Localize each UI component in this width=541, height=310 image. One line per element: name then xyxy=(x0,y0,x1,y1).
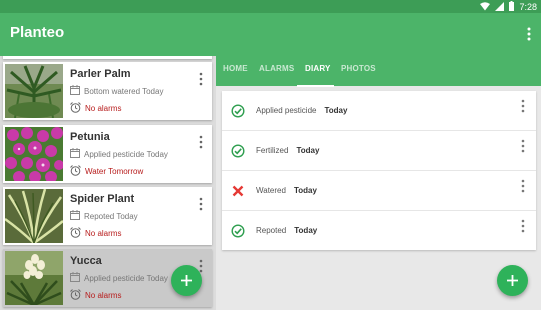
alarm-row: No alarms xyxy=(70,227,121,240)
last-action-text: Repoted Today xyxy=(84,211,138,221)
diary-when: Today xyxy=(324,106,348,115)
diary-action: Applied pesticide xyxy=(256,106,317,115)
active-tab-indicator xyxy=(297,85,334,87)
tab-diary[interactable]: DIARY xyxy=(305,64,331,73)
alarm-text: No alarms xyxy=(85,291,122,300)
diary-entry[interactable]: Applied pesticide Today xyxy=(222,91,536,131)
plant-photo xyxy=(5,189,63,243)
entry-menu-icon[interactable] xyxy=(520,99,526,113)
diary-entry[interactable]: Watered Today xyxy=(222,171,536,211)
diary-entry-text: Watered Today xyxy=(256,186,317,195)
diary-when: Today xyxy=(294,226,318,235)
alarm-text: No alarms xyxy=(85,104,122,113)
overflow-menu-icon[interactable] xyxy=(525,25,533,43)
plant-photo xyxy=(5,64,63,118)
tab-alarms[interactable]: ALARMS xyxy=(259,64,294,73)
last-action-row: Repoted Today xyxy=(70,210,138,222)
plant-name: Spider Plant xyxy=(70,193,135,205)
alarm-clock-icon xyxy=(70,227,81,240)
last-action-text: Applied pesticide Today xyxy=(84,273,168,283)
calendar-icon xyxy=(70,148,80,160)
tab-photos[interactable]: PHOTOS xyxy=(341,64,376,73)
card-menu-icon[interactable] xyxy=(198,135,204,149)
plus-icon xyxy=(181,275,192,286)
plant-name: Parler Palm xyxy=(70,68,131,80)
alarm-row: No alarms xyxy=(70,289,121,302)
plant-name: Petunia xyxy=(70,131,110,143)
wifi-icon xyxy=(480,1,491,13)
diary-entry[interactable]: Fertilized Today xyxy=(222,131,536,171)
entry-menu-icon[interactable] xyxy=(520,139,526,153)
diary-when: Today xyxy=(296,146,320,155)
alarm-clock-icon xyxy=(70,289,81,302)
entry-menu-icon[interactable] xyxy=(520,179,526,193)
plant-card-petunia[interactable]: Petunia Applied pesticide Today Water To… xyxy=(3,125,212,183)
calendar-icon xyxy=(70,85,80,97)
clock-time: 7:28 xyxy=(519,1,537,12)
plant-photo xyxy=(5,251,63,305)
detail-tabs: HOME ALARMS DIARY PHOTOS xyxy=(216,56,541,86)
alarm-row: Water Tomorrow xyxy=(70,165,143,178)
alarm-text: No alarms xyxy=(85,229,122,238)
diary-list: Applied pesticide Today Fertilized Today W… xyxy=(222,91,536,250)
plant-name: Yucca xyxy=(70,255,102,267)
plant-card-spider-plant[interactable]: Spider Plant Repoted Today No alarms xyxy=(3,187,212,245)
add-diary-entry-button[interactable] xyxy=(497,265,528,296)
diary-when: Today xyxy=(293,186,317,195)
diary-action: Fertilized xyxy=(256,146,289,155)
calendar-icon xyxy=(70,210,80,222)
diary-entry-text: Applied pesticide Today xyxy=(256,106,347,115)
status-bar: 7:28 xyxy=(0,0,541,13)
plant-card-partial[interactable] xyxy=(3,56,212,59)
battery-icon xyxy=(509,1,515,13)
diary-entry-text: Repoted Today xyxy=(256,226,317,235)
app-title: Planteo xyxy=(10,24,65,41)
plant-photo xyxy=(5,127,63,181)
alarm-clock-icon xyxy=(70,165,81,178)
diary-action: Repoted xyxy=(256,226,287,235)
plant-card-parler-palm[interactable]: Parler Palm Bottom watered Today No alar… xyxy=(3,62,212,120)
plus-icon xyxy=(507,275,518,286)
last-action-text: Applied pesticide Today xyxy=(84,149,168,159)
add-plant-button[interactable] xyxy=(171,265,202,296)
last-action-row: Applied pesticide Today xyxy=(70,272,168,284)
tab-home[interactable]: HOME xyxy=(223,64,248,73)
check-circle-icon xyxy=(231,104,245,118)
card-menu-icon[interactable] xyxy=(198,197,204,211)
calendar-icon xyxy=(70,272,80,284)
last-action-text: Bottom watered Today xyxy=(84,86,164,96)
alarm-clock-icon xyxy=(70,102,81,115)
last-action-row: Applied pesticide Today xyxy=(70,148,168,160)
diary-entry[interactable]: Repoted Today xyxy=(222,211,536,251)
check-circle-icon xyxy=(231,224,245,238)
entry-menu-icon[interactable] xyxy=(520,219,526,233)
last-action-row: Bottom watered Today xyxy=(70,85,163,97)
diary-action: Watered xyxy=(256,186,286,195)
alarm-row: No alarms xyxy=(70,102,121,115)
diary-entry-text: Fertilized Today xyxy=(256,146,319,155)
check-circle-icon xyxy=(231,144,245,158)
card-menu-icon[interactable] xyxy=(198,72,204,86)
signal-icon xyxy=(495,1,505,13)
cross-icon xyxy=(231,184,245,198)
alarm-text: Water Tomorrow xyxy=(85,167,144,176)
app-bar: Planteo xyxy=(0,13,541,56)
